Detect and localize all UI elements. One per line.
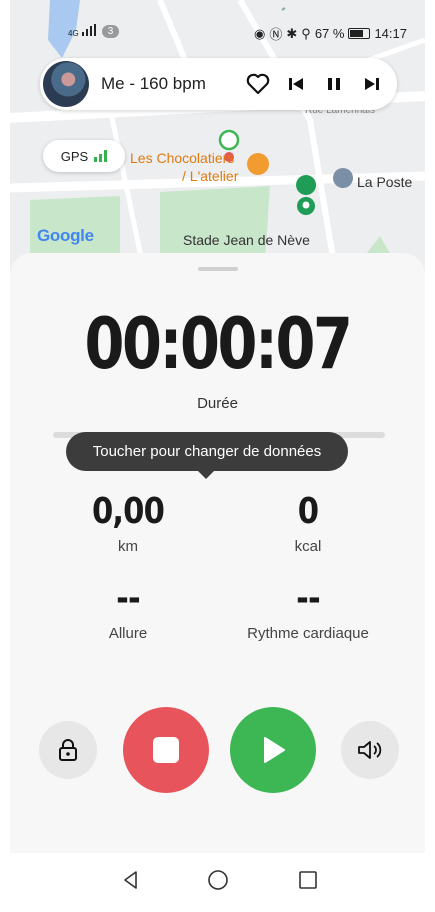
panel-drag-handle[interactable] [198,267,238,271]
location-icon: ⚲ [301,25,311,41]
signal-bars-icon [81,24,96,36]
play-icon [264,737,285,763]
back-icon[interactable] [116,865,146,895]
pace-value: -- [116,578,141,619]
lock-icon [59,739,77,761]
signal-icon: 4G [68,24,96,39]
workout-panel: 00:00:07 Durée Toucher pour changer de d… [10,253,425,853]
sim-badge: 3 [101,25,120,38]
map-poi-post-office[interactable]: La Poste [357,174,412,190]
tooltip-text: Toucher pour changer de données [92,443,322,460]
calories-value: 0 [297,491,319,532]
system-nav-bar [10,853,425,912]
next-icon[interactable] [353,65,391,103]
status-bar: 4G 3 ◉ Ⓝ ✱ ⚲ 67 % 14:17 [60,22,415,42]
map-poi-restaurant-sub: / L'atelier [182,168,239,184]
bluetooth-icon: ✱ [286,25,298,41]
calories-unit: kcal [294,538,322,555]
distance-unit: km [118,538,138,555]
heart-rate-value: -- [296,578,321,619]
lock-button[interactable] [39,721,97,779]
album-art[interactable] [43,61,89,107]
heart-icon[interactable] [239,65,277,103]
nfc-icon: Ⓝ [269,27,283,42]
home-icon[interactable] [203,865,233,895]
pace-label: Allure [108,625,148,642]
sound-button[interactable] [341,721,399,779]
clock: 14:17 [374,26,407,41]
distance-metric[interactable]: 0,00 km [38,491,218,555]
timer-label: Durée [197,395,238,412]
speaker-icon [358,741,382,759]
pause-icon[interactable] [315,65,353,103]
track-title: Me - 160 bpm [101,74,206,93]
network-type-label: 4G [68,29,79,38]
eye-icon: ◉ [254,25,266,41]
google-logo: Google [37,226,94,245]
calories-metric[interactable]: 0 kcal [218,491,398,555]
data-switch-tooltip: Toucher pour changer de données [66,432,348,479]
stop-icon [153,737,179,763]
map-poi-restaurant-name: Les Chocolatiers [130,150,235,166]
workout-timer[interactable]: 00:00:07 [47,303,387,385]
map-poi-restaurant[interactable]: Les Chocolatiers [130,150,234,166]
gps-signal-icon [94,150,108,162]
battery-percent: 67 % [314,26,345,41]
recents-icon[interactable] [293,865,323,895]
map-poi-stadium[interactable]: Stade Jean de Nève [183,232,310,248]
gps-label: GPS [60,148,89,164]
heart-rate-metric[interactable]: -- Rythme cardiaque [218,578,398,642]
pace-metric[interactable]: -- Allure [38,578,218,642]
stop-button[interactable] [123,707,209,793]
battery-icon [348,28,371,39]
distance-value: 0,00 [91,491,165,532]
gps-status-chip[interactable]: GPS [43,140,125,172]
resume-button[interactable] [230,707,316,793]
heart-rate-label: Rythme cardiaque [247,625,369,642]
previous-icon[interactable] [277,65,315,103]
music-player-bar[interactable]: Me - 160 bpm [40,58,397,110]
